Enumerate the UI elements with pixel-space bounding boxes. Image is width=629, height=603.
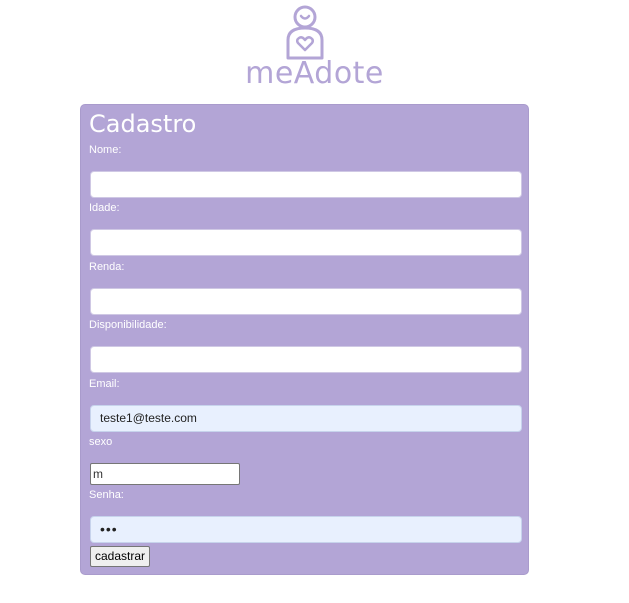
- nome-input[interactable]: [90, 171, 522, 198]
- email-label: Email:: [89, 378, 120, 390]
- email-input[interactable]: teste1@teste.com: [90, 405, 522, 432]
- sexo-input[interactable]: m: [90, 463, 240, 485]
- idade-label: Idade:: [89, 202, 120, 214]
- nome-label: Nome:: [89, 144, 122, 156]
- senha-label: Senha:: [89, 489, 124, 501]
- renda-label: Renda:: [89, 261, 125, 273]
- header: meAdote: [0, 0, 629, 100]
- disponibilidade-input[interactable]: [90, 346, 522, 373]
- brand-name: meAdote: [245, 56, 384, 91]
- sexo-label: sexo: [89, 436, 113, 448]
- renda-input[interactable]: [90, 288, 522, 315]
- register-form: Cadastro Nome: Idade: Renda: Disponibili…: [80, 104, 529, 575]
- idade-input[interactable]: [90, 229, 522, 256]
- form-title: Cadastro: [89, 110, 197, 138]
- disponibilidade-label: Disponibilidade:: [89, 319, 167, 331]
- senha-input[interactable]: •••: [90, 516, 522, 543]
- page: meAdote Cadastro Nome: Idade: Renda: Dis…: [0, 0, 629, 603]
- mother-holding-heart-icon: [286, 5, 324, 60]
- cadastrar-button[interactable]: cadastrar: [90, 546, 151, 567]
